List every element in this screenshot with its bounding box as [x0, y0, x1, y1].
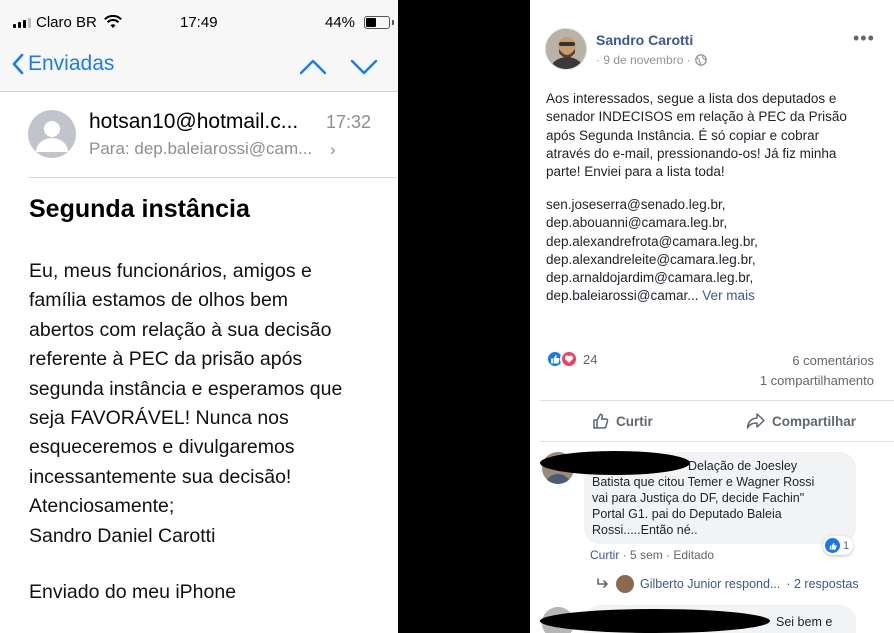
signal-icon [13, 18, 31, 28]
post-text-line: após Segunda Instância. É só copiar e co… [546, 127, 820, 143]
person-icon [36, 121, 68, 152]
reaction-count: 24 [583, 351, 598, 367]
see-more-link[interactable]: Ver mais [702, 288, 755, 303]
sender-avatar [28, 110, 76, 158]
to-label: Para: [89, 139, 130, 158]
status-time: 17:49 [180, 14, 218, 31]
post-text-line: parte! Enviei para a lista toda! [546, 164, 725, 180]
mail-screen: Claro BR 17:49 44% Enviadas hotsan10@hot… [0, 0, 398, 633]
like-reaction-icon [825, 538, 840, 553]
battery-icon [364, 16, 394, 29]
replier-avatar [616, 575, 634, 593]
reply-arrow-icon [597, 578, 608, 588]
comment-text-line: Portal G1. pai do Deputado Baleia [592, 507, 782, 521]
next-message-icon[interactable] [349, 57, 379, 77]
mail-body-line: seja FAVORÁVEL! Nunca nos [29, 407, 289, 430]
comment-like-count: 1 [843, 539, 850, 552]
love-reaction-icon [560, 350, 578, 368]
share-icon [746, 413, 765, 429]
mail-body-line: Atenciosamente; [29, 495, 175, 518]
comment: Delação de Joesley Batista que citou Teme… [540, 448, 894, 568]
mail-body: Eu, meus funcionários, amigos e família e… [29, 257, 389, 551]
action-bar: Curtir Compartilhar [540, 400, 894, 442]
background-gap [398, 0, 530, 633]
comment-text-line: vai para Justiça do DF, decide Fachin" [592, 491, 805, 505]
email-line: dep.abouanni@camara.leg.br, [546, 215, 728, 231]
post-date-text: · 9 de novembro · [596, 53, 691, 67]
mail-body-line: incessantemente sua decisão! [29, 465, 292, 488]
wifi-icon [104, 15, 122, 28]
chevron-left-icon [12, 53, 24, 75]
mail-header: hotsan10@hotmail.c... 17:32 Para: dep.ba… [0, 92, 398, 178]
comment-like-link[interactable]: Curtir [590, 548, 619, 562]
divider [28, 177, 398, 178]
comment-text: Delação de Joesley Batista que citou Teme… [592, 458, 862, 538]
post-text-line: Aos interessados, segue a lista dos depu… [546, 91, 837, 106]
mail-body-line: Eu, meus funcionários, amigos e [29, 260, 312, 282]
back-button[interactable]: Enviadas [12, 52, 114, 76]
email-line: sen.joseserra@senado.leg.br, [546, 197, 726, 212]
post-text-line: senador INDECISOS em relação à PEC da Pr… [546, 109, 847, 125]
thumbs-up-icon [593, 413, 609, 429]
comment-text-line: Batista que citou Temer e Wagner Rossi [592, 475, 815, 489]
recipient-line[interactable]: Para: dep.baleiarossi@cam... [89, 139, 312, 159]
sender-address[interactable]: hotsan10@hotmail.c... [89, 110, 298, 134]
reply-count: · 2 respostas [786, 577, 859, 591]
mail-signature: Enviado do meu iPhone [29, 581, 237, 603]
mail-body-line: abertos com relação à sua decisão [29, 318, 332, 341]
comment: Sei bem e [540, 603, 894, 633]
mail-body-line: referente à PEC da prisão após [29, 348, 303, 371]
like-label: Curtir [616, 413, 653, 429]
battery-percent: 44% [325, 14, 356, 31]
share-label: Compartilhar [772, 413, 857, 429]
globe-icon [694, 54, 707, 66]
recipient-address: dep.baleiarossi@cam... [134, 139, 313, 158]
email-line: dep.alexandreleite@camara.leg.br, [546, 251, 756, 267]
more-options-icon[interactable]: ••• [853, 28, 875, 49]
author-avatar[interactable] [545, 28, 587, 70]
comments-count[interactable]: 6 comentários [792, 353, 874, 368]
like-button[interactable]: Curtir [592, 412, 653, 430]
previous-message-icon[interactable] [298, 57, 328, 77]
chevron-right-icon[interactable]: › [330, 140, 336, 160]
shares-count[interactable]: 1 compartilhamento [760, 373, 874, 388]
email-line-truncated: dep.baleiarossi@camar... [546, 288, 699, 304]
comment-time: · 5 sem · Editado [622, 548, 715, 562]
post-date[interactable]: · 9 de novembro · [596, 53, 707, 67]
comment-likes[interactable]: 1 [823, 536, 854, 555]
mail-body-line: segunda instância e esperamos que [29, 377, 343, 400]
email-line: dep.alexandrefrota@camara.leg.br, [546, 233, 758, 249]
carrier-label: Claro BR [36, 14, 97, 31]
mail-time: 17:32 [326, 112, 372, 132]
replier-name: Gilberto Junior respond... [640, 577, 781, 591]
email-list: sen.joseserra@senado.leg.br, dep.abouanni… [546, 196, 758, 306]
share-button[interactable]: Compartilhar [746, 412, 856, 430]
mail-body-line: Sandro Daniel Carotti [29, 524, 216, 547]
mail-body-line: família estamos de olhos bem [29, 289, 289, 312]
back-label: Enviadas [28, 52, 115, 75]
post-text: Aos interessados, segue a lista dos depu… [546, 90, 886, 181]
author-name[interactable]: Sandro Carotti [596, 32, 693, 48]
status-bar: Claro BR 17:49 44% [0, 0, 398, 44]
redacted-name [540, 609, 770, 633]
mail-subject: Segunda instância [29, 195, 250, 223]
post-text-line: através do e-mail, pressionando-os! Já f… [546, 145, 837, 161]
replies-summary[interactable]: Gilberto Junior respond... · 2 respostas [596, 575, 859, 593]
comment-text-line: Delação de Joesley [688, 459, 798, 473]
mail-body-line: esqueceremos e divulgaremos [29, 436, 295, 459]
comment-meta: Curtir · 5 sem · Editado [590, 548, 714, 562]
nav-bar: Enviadas [0, 44, 398, 92]
comment-text: Sei bem e [776, 615, 833, 629]
email-line: dep.arnaldojardim@camara.leg.br, [546, 270, 754, 286]
reactions[interactable]: 24 [546, 350, 597, 368]
facebook-post: Sandro Carotti · 9 de novembro · ••• Aos… [530, 0, 894, 633]
comment-text-line: Rossi.....Então né.. [592, 523, 698, 537]
